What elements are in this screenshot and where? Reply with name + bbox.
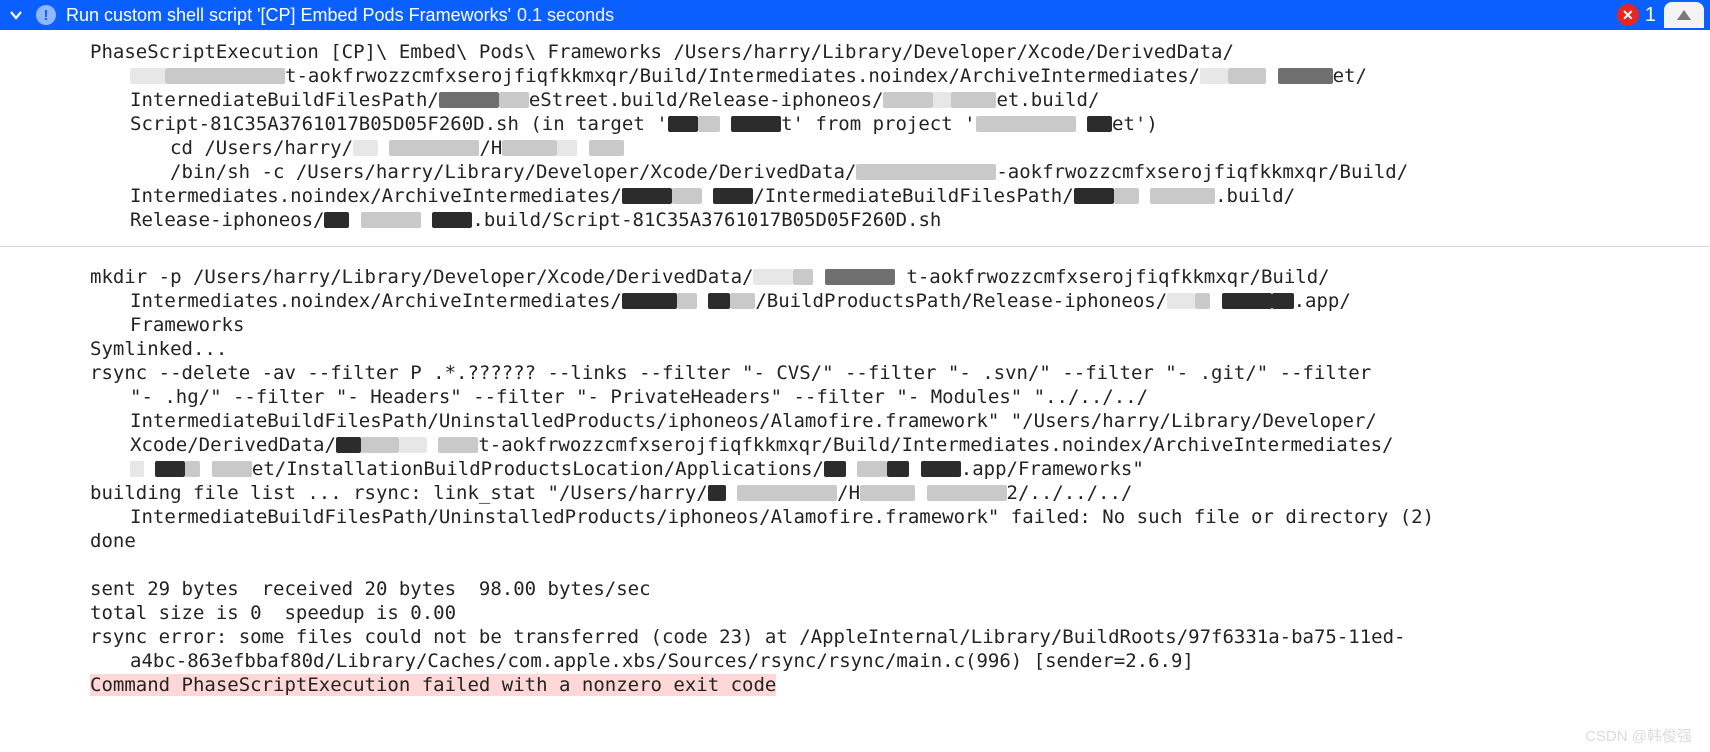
redacted-text: [212, 461, 252, 477]
redacted-text: [155, 461, 185, 477]
error-icon: ✕: [1617, 4, 1639, 26]
redacted-text: [399, 437, 427, 453]
log-output-block-2: mkdir -p /Users/harry/Library/Developer/…: [0, 255, 1710, 703]
issue-duration: 0.1 seconds: [517, 5, 614, 26]
expand-tab[interactable]: [1664, 2, 1704, 28]
redacted-text: [1222, 293, 1272, 309]
redacted-text: [698, 116, 720, 132]
redacted-text: [860, 485, 915, 501]
redacted-text: [708, 293, 730, 309]
redacted-text: [432, 212, 472, 228]
redacted-text: [1167, 293, 1195, 309]
log-output-block-1: PhaseScriptExecution [CP]\ Embed\ Pods\ …: [0, 30, 1710, 238]
log-line: "- .hg/" --filter "- Headers" --filter "…: [0, 385, 1710, 409]
redacted-text: [336, 437, 361, 453]
redacted-text: [933, 92, 951, 108]
log-line: /bin/sh -c /Users/harry/Library/Develope…: [0, 160, 1710, 184]
redacted-text: [824, 461, 846, 477]
log-line: Symlinked...: [0, 337, 1710, 361]
redacted-text: [438, 437, 478, 453]
issue-header[interactable]: ! Run custom shell script '[CP] Embed Po…: [0, 0, 1710, 30]
watermark: CSDN @韩俊强: [1585, 725, 1692, 746]
redacted-text: [130, 68, 165, 84]
redacted-text: [361, 437, 399, 453]
error-count: 1: [1645, 4, 1656, 27]
redacted-text: [130, 461, 144, 477]
redacted-text: [502, 140, 557, 156]
log-line: mkdir -p /Users/harry/Library/Developer/…: [0, 265, 1710, 289]
redacted-text: [1114, 188, 1139, 204]
triangle-up-icon: [1677, 10, 1691, 20]
log-line: rsync --delete -av --filter P .*.?????? …: [0, 361, 1710, 385]
redacted-text: [713, 188, 753, 204]
redacted-text: [730, 293, 755, 309]
log-line: IntermediateBuildFilesPath/UninstalledPr…: [0, 505, 1710, 529]
log-line: Xcode/DerivedData/ t-aokfrwozzcmfxserojf…: [0, 433, 1710, 457]
log-line: InternediateBuildFilesPath/eStreet.build…: [0, 88, 1710, 112]
redacted-text: [857, 461, 887, 477]
log-line: [0, 553, 1710, 577]
redacted-text: [753, 269, 793, 285]
redacted-text: [324, 212, 349, 228]
log-line: cd /Users/harry/ /H: [0, 136, 1710, 160]
redacted-text: [589, 140, 624, 156]
log-line-error: Command PhaseScriptExecution failed with…: [0, 673, 1710, 697]
redacted-text: [921, 461, 961, 477]
redacted-text: [1087, 116, 1112, 132]
log-line: rsync error: some files could not be tra…: [0, 625, 1710, 649]
log-line: PhaseScriptExecution [CP]\ Embed\ Pods\ …: [0, 40, 1710, 64]
section-divider: [0, 246, 1710, 247]
redacted-text: [1200, 68, 1228, 84]
redacted-text: [439, 92, 499, 108]
log-line: Intermediates.noindex/ArchiveIntermediat…: [0, 184, 1710, 208]
redacted-text: [1228, 68, 1266, 84]
log-line: et/InstallationBuildProductsLocation/App…: [0, 457, 1710, 481]
redacted-text: [622, 293, 677, 309]
redacted-text: [1074, 188, 1114, 204]
redacted-text: [361, 212, 421, 228]
log-line: building file list ... rsync: link_stat …: [0, 481, 1710, 505]
log-line: done: [0, 529, 1710, 553]
log-line: Release-iphoneos/ .build/Script-81C35A37…: [0, 208, 1710, 232]
log-line: t-aokfrwozzcmfxserojfiqfkkmxqr/Build/Int…: [0, 64, 1710, 88]
log-line: total size is 0 speedup is 0.00: [0, 601, 1710, 625]
log-line: Script-81C35A3761017B05D05F260D.sh (in t…: [0, 112, 1710, 136]
redacted-text: [856, 164, 996, 180]
redacted-text: [951, 92, 996, 108]
redacted-text: [668, 116, 698, 132]
error-highlight: Command PhaseScriptExecution failed with…: [90, 674, 776, 696]
log-line: Intermediates.noindex/ArchiveIntermediat…: [0, 289, 1710, 313]
redacted-text: [708, 485, 726, 501]
redacted-text: [976, 116, 1076, 132]
redacted-text: [165, 68, 285, 84]
redacted-text: [499, 92, 529, 108]
redacted-text: [672, 188, 702, 204]
redacted-text: [887, 461, 909, 477]
warning-icon: !: [36, 5, 56, 25]
issue-title: Run custom shell script '[CP] Embed Pods…: [66, 5, 511, 26]
log-line: a4bc-863efbbaf80d/Library/Caches/com.app…: [0, 649, 1710, 673]
redacted-text: [185, 461, 200, 477]
redacted-text: [1195, 293, 1210, 309]
log-line: Frameworks: [0, 313, 1710, 337]
redacted-text: [389, 140, 479, 156]
redacted-text: [927, 485, 1007, 501]
redacted-text: [793, 269, 813, 285]
chevron-down-icon[interactable]: [8, 7, 24, 23]
redacted-text: [557, 140, 577, 156]
redacted-text: [731, 116, 781, 132]
log-line: sent 29 bytes received 20 bytes 98.00 by…: [0, 577, 1710, 601]
redacted-text: [677, 293, 697, 309]
redacted-text: [622, 188, 672, 204]
redacted-text: [883, 92, 933, 108]
redacted-text: [353, 140, 378, 156]
redacted-text: [1278, 68, 1333, 84]
redacted-text: [1272, 293, 1294, 309]
log-line: IntermediateBuildFilesPath/UninstalledPr…: [0, 409, 1710, 433]
redacted-text: [825, 269, 895, 285]
redacted-text: [737, 485, 837, 501]
redacted-text: [1150, 188, 1215, 204]
